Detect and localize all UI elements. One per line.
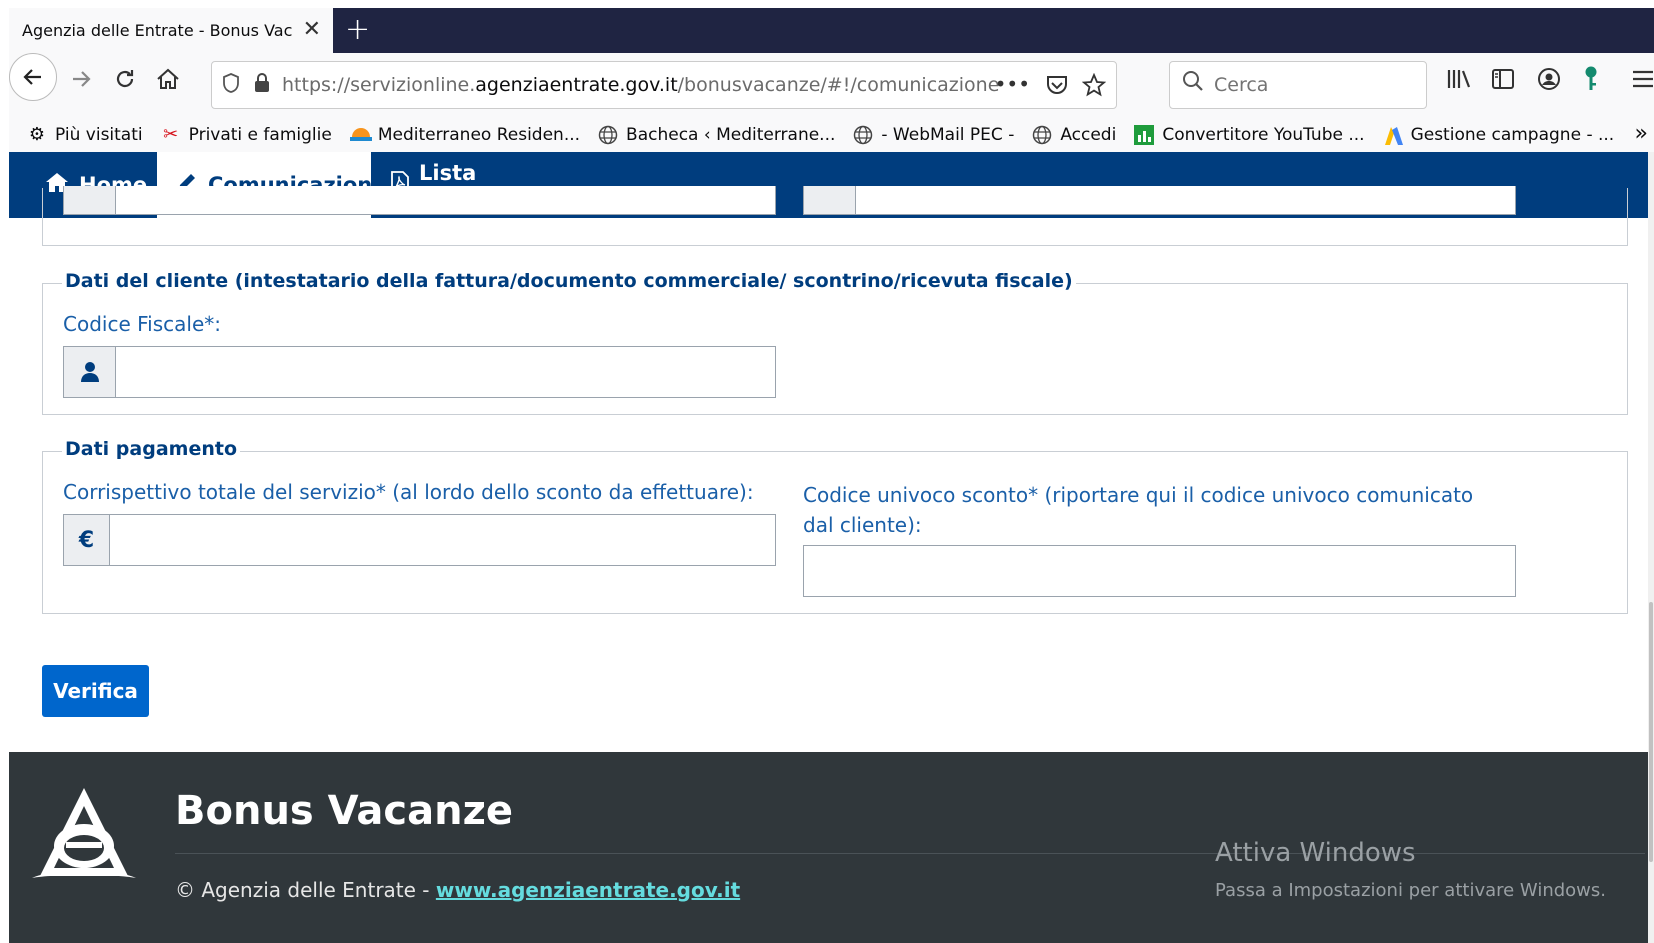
account-button[interactable] xyxy=(1537,67,1561,97)
euro-icon: € xyxy=(64,515,110,565)
codice-univoco-label: Codice univoco sconto* (riportare qui il… xyxy=(803,483,1474,537)
previous-input-left[interactable] xyxy=(63,186,776,215)
agenzia-entrate-logo xyxy=(26,784,142,888)
bookmark-label: Mediterraneo Residen... xyxy=(377,125,581,145)
reload-icon xyxy=(116,70,134,88)
verifica-button[interactable]: Verifica xyxy=(42,665,149,717)
search-box[interactable]: Cerca xyxy=(1169,61,1427,109)
library-icon xyxy=(1447,70,1471,88)
windows-activation-title: Attiva Windows xyxy=(1215,838,1416,868)
bookmark-label: Gestione campagne - ... xyxy=(1410,125,1615,145)
ads-icon xyxy=(1383,125,1403,145)
account-icon xyxy=(1538,68,1560,90)
key-icon xyxy=(1585,66,1597,90)
star-bookmark-icon[interactable] xyxy=(1081,72,1107,102)
codice-fiscale-input[interactable] xyxy=(116,347,775,397)
bookmark-accedi[interactable]: Accedi xyxy=(1032,125,1116,145)
fieldset-dati-pagamento: Dati pagamento Corrispettivo totale del … xyxy=(42,438,1628,614)
url-prefix: https://servizionline. xyxy=(282,74,476,96)
fieldset-dati-cliente: Dati del cliente (intestatario della fat… xyxy=(42,270,1628,415)
home-icon xyxy=(157,68,179,89)
bookmark-label: Accedi xyxy=(1060,125,1117,145)
gear-icon: ⚙ xyxy=(28,124,46,145)
codice-fiscale-label: Codice Fiscale*: xyxy=(63,312,221,336)
forward-button[interactable] xyxy=(69,67,93,97)
copyright-text: © Agenzia delle Entrate - xyxy=(175,878,436,902)
pocket-icon[interactable] xyxy=(1046,74,1068,101)
page-scrollbar[interactable] xyxy=(1648,152,1654,943)
bookmark-label: Privati e famiglie xyxy=(188,125,332,145)
arrow-right-icon xyxy=(73,71,91,87)
footer: Bonus Vacanze © Agenzia delle Entrate - … xyxy=(9,752,1654,943)
new-tab-button[interactable]: + xyxy=(345,12,370,47)
globe-icon xyxy=(1032,125,1052,145)
previous-input-addon xyxy=(804,186,856,214)
footer-copyright: © Agenzia delle Entrate - www.agenziaent… xyxy=(175,878,740,902)
tracking-shield-icon[interactable] xyxy=(222,72,240,98)
hamburger-menu-icon xyxy=(1633,70,1653,88)
agenzia-website-link[interactable]: www.agenziaentrate.gov.it xyxy=(436,878,740,902)
windows-activation-subtitle: Passa a Impostazioni per attivare Window… xyxy=(1215,880,1606,901)
codice-univoco-input[interactable] xyxy=(803,545,1516,597)
bookmark-privati-famiglie[interactable]: ✂ Privati e famiglie xyxy=(161,124,332,146)
sidebar-icon xyxy=(1492,69,1514,89)
tab-bar: Agenzia delle Entrate - Bonus Vacanze ✕ … xyxy=(9,8,1654,53)
menu-button[interactable] xyxy=(1631,67,1654,97)
bookmarks-bar: ⚙ Più visitati ✂ Privati e famiglie Medi… xyxy=(9,118,1654,152)
search-placeholder: Cerca xyxy=(1214,74,1269,96)
corrispettivo-group: € xyxy=(63,514,776,566)
arrow-left-icon xyxy=(23,69,41,85)
sunset-icon xyxy=(349,125,372,145)
bookmark-gestione-campagne[interactable]: Gestione campagne - ... xyxy=(1383,125,1615,145)
reload-button[interactable] xyxy=(113,67,137,97)
corrispettivo-label: Corrispettivo totale del servizio* (al l… xyxy=(63,480,754,504)
extension-button[interactable] xyxy=(1583,65,1599,99)
bookmark-bacheca[interactable]: Bacheca ‹ Mediterrane... xyxy=(598,125,835,145)
codice-fiscale-group xyxy=(63,346,776,398)
previous-fieldset xyxy=(42,186,1628,246)
bookmark-piu-visitati[interactable]: ⚙ Più visitati xyxy=(27,124,143,146)
back-button[interactable] xyxy=(9,53,57,101)
user-icon xyxy=(64,347,116,397)
browser-tab[interactable]: Agenzia delle Entrate - Bonus Vacanze ✕ xyxy=(9,8,333,53)
home-button[interactable] xyxy=(155,67,181,97)
globe-icon xyxy=(853,125,873,145)
page-actions-icon[interactable]: ••• xyxy=(995,72,1030,96)
bookmark-label: Più visitati xyxy=(55,125,143,145)
bookmark-webmail-pec[interactable]: - WebMail PEC - xyxy=(853,125,1014,145)
bookmark-label: Bacheca ‹ Mediterrane... xyxy=(626,125,836,145)
globe-icon xyxy=(598,125,618,145)
scissors-icon: ✂ xyxy=(163,124,179,145)
main-content: Dati del cliente (intestatario della fat… xyxy=(9,186,1654,758)
url-host: agenziaentrate.gov.it xyxy=(475,74,678,96)
corrispettivo-input[interactable] xyxy=(110,515,775,565)
browser-window: Agenzia delle Entrate - Bonus Vacanze ✕ … xyxy=(9,8,1654,943)
lock-icon[interactable] xyxy=(254,72,270,98)
search-icon xyxy=(1182,70,1204,98)
bookmark-label: - WebMail PEC - xyxy=(881,125,1015,145)
bookmark-mediterraneo[interactable]: Mediterraneo Residen... xyxy=(349,125,581,145)
bookmark-label: Convertitore YouTube ... xyxy=(1162,125,1365,145)
sidebar-button[interactable] xyxy=(1491,67,1515,97)
footer-divider xyxy=(175,853,1645,854)
url-path: /bonusvacanze/#!/comunicazione xyxy=(677,74,1000,96)
sheet-icon xyxy=(1134,125,1155,145)
library-button[interactable] xyxy=(1446,67,1472,97)
legend-dati-pagamento: Dati pagamento xyxy=(62,438,240,460)
legend-dati-cliente: Dati del cliente (intestatario della fat… xyxy=(62,270,1076,292)
previous-input-right[interactable] xyxy=(803,186,1516,215)
previous-input-addon xyxy=(64,186,116,214)
nav-toolbar: https://servizionline. agenziaentrate.gov… xyxy=(9,53,1654,125)
tab-title: Agenzia delle Entrate - Bonus Vacanze xyxy=(22,21,292,40)
scrollbar-thumb[interactable] xyxy=(1649,602,1653,862)
address-bar[interactable]: https://servizionline. agenziaentrate.gov… xyxy=(211,61,1117,109)
bookmarks-overflow-button[interactable]: » xyxy=(1635,121,1648,146)
close-tab-icon[interactable]: ✕ xyxy=(303,17,321,42)
footer-title: Bonus Vacanze xyxy=(175,788,514,834)
bookmark-convertitore[interactable]: Convertitore YouTube ... xyxy=(1134,125,1365,145)
